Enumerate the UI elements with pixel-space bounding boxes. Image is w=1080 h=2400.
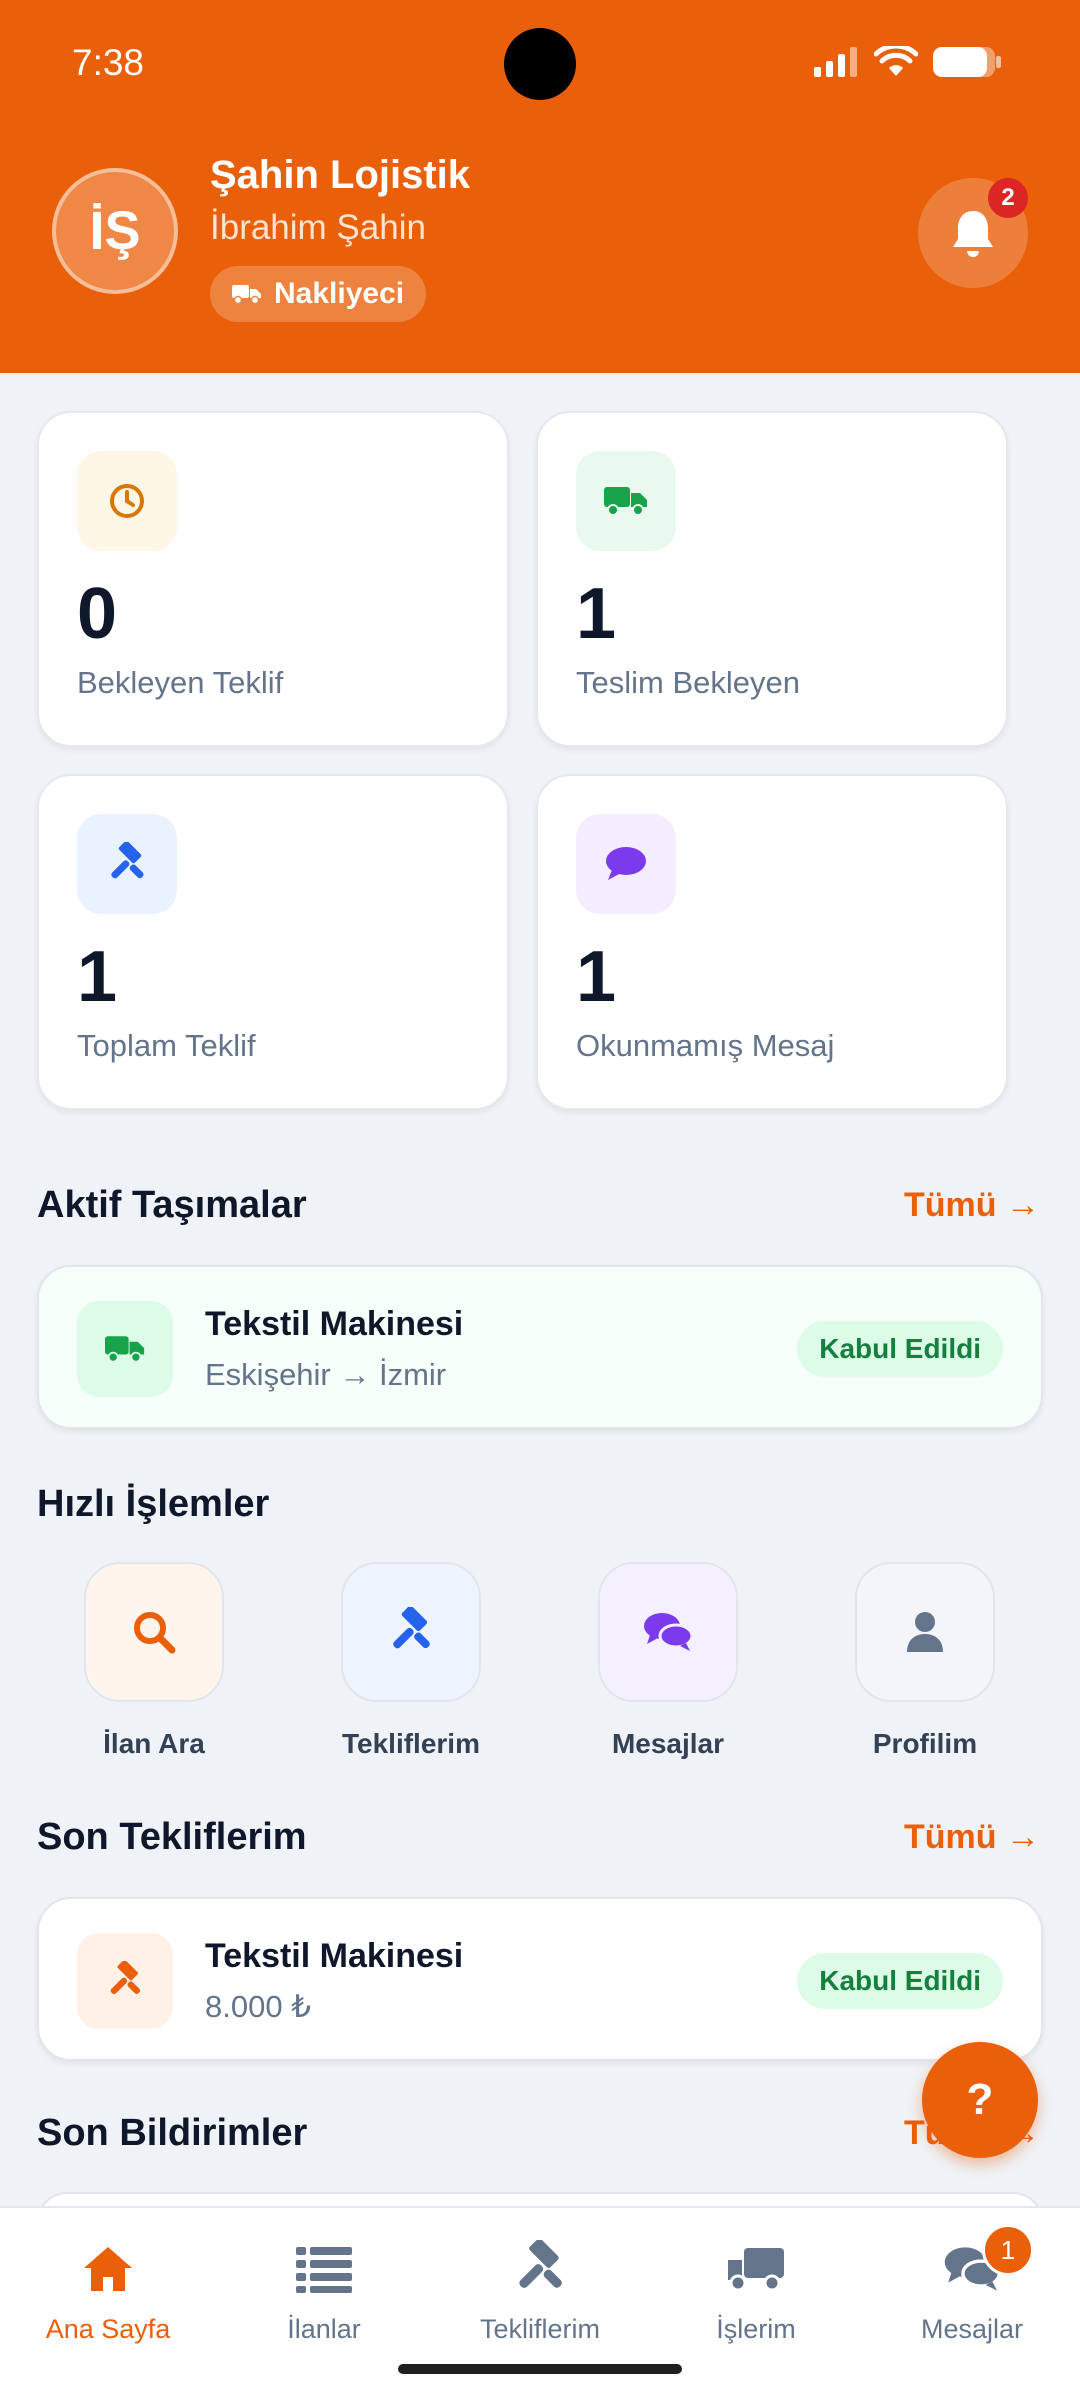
wifi-icon [874, 46, 918, 76]
avatar[interactable]: İŞ [52, 168, 178, 294]
quick-action-label: Tekliflerim [342, 1728, 480, 1759]
nav-label: İlanlar [287, 2314, 361, 2344]
camera-cutout [504, 28, 576, 100]
stat-card-pending-offers[interactable]: 0 Bekleyen Teklif [37, 411, 509, 747]
stat-card-total-offers[interactable]: 1 Toplam Teklif [37, 774, 509, 1110]
truck-icon [232, 285, 261, 305]
signal-icon [814, 47, 857, 77]
list-icon [216, 2234, 432, 2304]
bell-icon [953, 211, 993, 257]
clock-icon [77, 451, 177, 551]
quick-action-label: İlan Ara [103, 1728, 205, 1759]
unread-messages-badge: 1 [982, 2224, 1034, 2276]
status-bar: 7:38 [0, 0, 1080, 130]
chat-bubble-icon [576, 814, 676, 914]
nav-label: Mesajlar [920, 2314, 1024, 2344]
status-badge: Kabul Edildi [797, 1953, 1003, 2009]
stat-card-unread-messages[interactable]: 1 Okunmamış Mesaj [536, 774, 1008, 1110]
nav-offers[interactable]: Tekliflerim [432, 2234, 648, 2345]
nav-listings[interactable]: İlanlar [216, 2234, 432, 2345]
role-label: Nakliyeci [274, 277, 405, 310]
company-name: Şahin Lojistik [210, 153, 471, 197]
quick-action-label: Profilim [872, 1728, 978, 1759]
status-time: 7:38 [72, 42, 145, 83]
see-all-active-shipments[interactable]: Tümü → [904, 1186, 1040, 1225]
stat-label: Bekleyen Teklif [77, 665, 284, 700]
gavel-icon [77, 1933, 173, 2029]
quick-action-messages[interactable]: Mesajlar [588, 1562, 748, 1760]
user-icon [855, 1562, 995, 1702]
quick-action-label: Mesajlar [611, 1728, 725, 1759]
nav-label: Ana Sayfa [45, 2314, 171, 2344]
battery-icon [933, 47, 1001, 77]
offer-title: Tekstil Makinesi [205, 1937, 464, 1975]
user-name: İbrahim Şahin [210, 208, 426, 247]
status-badge: Kabul Edildi [797, 1321, 1003, 1377]
truck-icon [648, 2234, 864, 2304]
home-icon [0, 2234, 216, 2304]
shipment-card[interactable]: Tekstil Makinesi Eskişehir → İzmir Kabul… [37, 1265, 1043, 1429]
search-icon [84, 1562, 224, 1702]
truck-icon [77, 1301, 173, 1397]
quick-action-search[interactable]: İlan Ara [74, 1562, 234, 1760]
section-title-quick-actions: Hızlı İşlemler [37, 1483, 270, 1525]
stat-label: Teslim Bekleyen [576, 665, 800, 700]
status-icons [814, 46, 1002, 78]
shipment-route: Eskişehir → İzmir [205, 1357, 447, 1392]
gavel-icon [432, 2234, 648, 2304]
nav-home[interactable]: Ana Sayfa [0, 2234, 216, 2345]
stat-label: Toplam Teklif [77, 1028, 256, 1063]
section-title-active-shipments: Aktif Taşımalar [37, 1184, 307, 1226]
stat-value: 0 [77, 574, 118, 654]
section-title-recent-notifications: Son Bildirimler [37, 2112, 308, 2154]
truck-icon [576, 451, 676, 551]
help-button[interactable]: ? [922, 2042, 1038, 2158]
stat-value: 1 [576, 574, 617, 654]
chat-icon [864, 2234, 1080, 2304]
home-indicator [398, 2364, 682, 2374]
nav-my-jobs[interactable]: İşlerim [648, 2234, 864, 2345]
gavel-icon [341, 1562, 481, 1702]
nav-messages[interactable]: Mesajlar 1 [864, 2224, 1080, 2345]
chat-icon [598, 1562, 738, 1702]
header: 7:38 İŞ Şahin Lojistik İbrahim Şahin Nak… [0, 0, 1080, 373]
quick-action-offers[interactable]: Tekliflerim [331, 1562, 491, 1760]
offer-amount: 8.000 ₺ [205, 1989, 311, 2024]
see-all-recent-offers[interactable]: Tümü → [904, 1818, 1040, 1857]
stat-label: Okunmamış Mesaj [576, 1028, 835, 1063]
stat-value: 1 [77, 937, 118, 1017]
section-title-recent-offers: Son Tekliflerim [37, 1816, 307, 1858]
nav-label: Tekliflerim [479, 2314, 600, 2344]
stat-card-awaiting-delivery[interactable]: 1 Teslim Bekleyen [536, 411, 1008, 747]
gavel-icon [77, 814, 177, 914]
shipment-title: Tekstil Makinesi [205, 1305, 464, 1343]
stat-value: 1 [576, 937, 617, 1017]
role-badge: Nakliyeci [210, 266, 427, 322]
nav-label: İşlerim [716, 2314, 796, 2344]
notification-count-badge: 2 [988, 178, 1028, 218]
quick-action-profile[interactable]: Profilim [845, 1562, 1005, 1760]
offer-card[interactable]: Tekstil Makinesi 8.000 ₺ Kabul Edildi [37, 1897, 1043, 2061]
